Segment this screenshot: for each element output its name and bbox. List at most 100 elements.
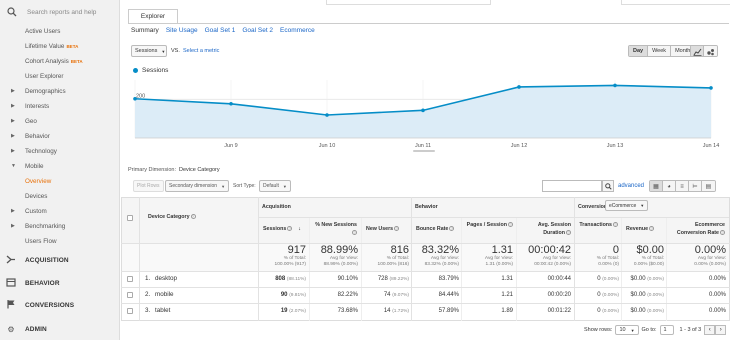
total-ecom-rate: 0.00% Avg for View: 0.00% (0.00%) [694,244,726,267]
sidebar-item-behavior[interactable]: ▶ Behavior [0,130,120,142]
sidebar-item-lifetime-value[interactable]: Lifetime Value BETA [0,40,120,52]
col-new-users[interactable]: New Users? [366,225,400,233]
x-tick-label: Jun 14 [703,143,720,149]
x-tick-label: Jun 11 [415,143,431,149]
col-divider [309,217,310,321]
cell-new-sessions: 90.10% [337,276,358,282]
total-transactions: 0% of Total: 0.00% (0) [596,244,619,267]
col-bounce-rate[interactable]: Bounce Rate? [416,225,455,233]
table-view-icon[interactable]: ▦ [650,181,663,191]
tab-explorer[interactable]: Explorer [128,9,178,24]
col-avg-duration[interactable]: Avg. Session Duration? [521,221,571,237]
sidebar-item-cohort-analysis[interactable]: Cohort Analysis BETA [0,55,120,67]
period-day-button[interactable]: Day [629,46,649,56]
metric-dropdown[interactable]: Sessions ▼ [131,45,167,57]
subtab-goal-set-2[interactable]: Goal Set 2 [242,27,273,37]
sidebar-item-devices[interactable]: Devices [0,190,120,202]
help-icon: ? [649,226,655,231]
sidebar-item-active-users[interactable]: Active Users [0,25,120,37]
col-sessions[interactable]: Sessions? ↓ [263,225,301,233]
tab-divider [128,23,729,24]
prev-page-icon[interactable]: ‹ [704,325,716,335]
primary-dimension-value[interactable]: Device Category [179,167,220,173]
sidebar-item-geo[interactable]: ▶ Geo [0,115,120,127]
show-rows-dropdown[interactable]: 10 ▼ [615,325,639,335]
legend-label: Sessions [142,67,169,74]
group-acquisition: Acquisition [262,204,291,210]
col-new-sessions[interactable]: % New Sessions? [313,221,357,237]
sidebar-section-behavior[interactable]: BEHAVIOR [0,272,120,294]
sidebar-item-technology[interactable]: ▶ Technology [0,145,120,157]
performance-view-icon[interactable]: ≡ [676,181,689,191]
advanced-link[interactable]: advanced [618,183,644,189]
goto-input[interactable]: 1 [659,325,674,335]
sidebar-item-mobile[interactable]: ▼ Mobile [0,160,120,172]
motion-chart-icon[interactable] [704,46,717,56]
search-icon[interactable] [602,180,614,192]
col-ecom-rate[interactable]: Ecommerce Conversion Rate? [670,221,725,237]
page-range: 1 - 3 of 3 [679,327,702,333]
table-row-desktop[interactable]: 1. desktop [145,275,177,283]
sort-arrow-icon: ↓ [298,226,301,232]
caret-right-icon: ▶ [11,223,15,229]
help-icon: ? [449,226,455,231]
sidebar-section-admin[interactable]: ⚙ ADMIN [0,318,120,340]
col-transactions[interactable]: Transactions? [578,221,618,229]
next-page-icon[interactable]: › [715,325,727,335]
cell-bounce-rate: 83.79% [438,276,459,282]
cell-ecom-rate: 0.00% [708,308,726,314]
pivot-view-icon[interactable]: ▤ [702,181,715,191]
row-divider [121,271,730,272]
caret-right-icon: ▶ [11,103,15,109]
sidebar-item-user-explorer[interactable]: User Explorer [0,70,120,82]
pie-view-icon[interactable]: ◕ [663,181,676,191]
subtab-site-usage[interactable]: Site Usage [166,27,198,37]
help-icon: ? [613,222,618,227]
sidebar-item-benchmarking[interactable]: ▶ Benchmarking [0,220,120,232]
col-divider [361,217,362,321]
cell-pages-session: 1.89 [501,308,513,314]
line-chart-icon[interactable] [691,46,704,56]
sidebar-item-demographics[interactable]: ▶ Demographics [0,85,120,97]
sidebar-section-conversions[interactable]: CONVERSIONS [0,294,120,316]
chevron-down-icon: ▼ [282,183,287,189]
table-search-input[interactable] [542,180,602,192]
conversions-dropdown[interactable]: eCommerce ▼ [605,200,649,211]
sidebar-item-custom[interactable]: ▶ Custom [0,205,120,217]
sort-type-dropdown[interactable]: Default ▼ [259,180,291,192]
col-device-category[interactable]: Device Category? [148,213,196,221]
row-checkbox[interactable] [127,292,133,298]
row-checkbox[interactable] [127,308,133,314]
chart-legend: Sessions [133,67,168,74]
select-all-checkbox[interactable] [127,215,133,221]
cell-new-users: 728 (89.22%) [377,276,409,282]
sort-type-label: Sort Type: [233,183,256,189]
subtab-summary[interactable]: Summary [131,27,159,37]
sidebar-search[interactable]: Search reports and help [0,0,120,24]
sidebar-item-users-flow[interactable]: Users Flow [0,235,120,247]
table-row-mobile[interactable]: 2. mobile [145,291,174,299]
sidebar-item-interests[interactable]: ▶ Interests [0,100,120,112]
sidebar-item-overview[interactable]: Overview [0,175,120,187]
table-toolbar: Plot Rows Secondary dimension ▼ Sort Type… [121,180,730,193]
select-metric-link[interactable]: Select a metric [183,48,219,54]
secondary-dimension-dropdown[interactable]: Secondary dimension ▼ [165,180,230,192]
subtab-goal-set-1[interactable]: Goal Set 1 [205,27,236,37]
period-week-button[interactable]: Week [648,46,672,56]
cell-revenue: $0.00 (0.00%) [630,308,664,314]
col-divider [621,217,622,321]
data-point [421,108,425,113]
subtab-ecommerce[interactable]: Ecommerce [280,27,315,37]
cell-transactions: 0 (0.00%) [597,308,619,314]
chart-type-selector [690,45,718,57]
card-edge [621,0,730,5]
col-pages-session[interactable]: Pages / Session? [465,221,513,229]
row-checkbox[interactable] [127,276,133,282]
col-revenue[interactable]: Revenue? [626,225,655,233]
table-row-tablet[interactable]: 3. tablet [145,307,170,315]
comparison-view-icon[interactable]: ⊨ [689,181,702,191]
explorer-subtabs: Summary Site Usage Goal Set 1 Goal Set 2… [131,27,315,37]
sidebar-section-acquisition[interactable]: ACQUISITION [0,249,120,271]
col-divider [461,217,462,321]
plot-rows-button[interactable]: Plot Rows [133,180,164,192]
